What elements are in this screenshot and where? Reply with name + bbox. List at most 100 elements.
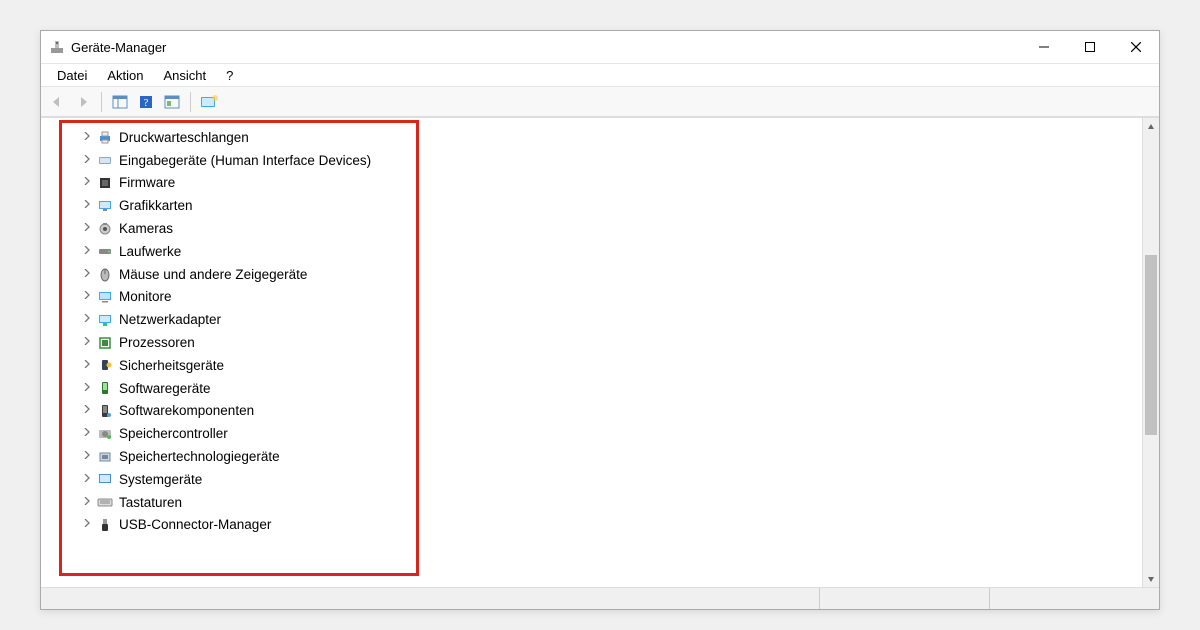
tree-item-label: Speichercontroller (117, 426, 228, 441)
tree-item-label: Prozessoren (117, 335, 195, 350)
usb-icon (97, 517, 113, 533)
chevron-right-icon[interactable] (81, 246, 93, 257)
chevron-right-icon[interactable] (81, 428, 93, 439)
tree-item-monitor[interactable]: Monitore (81, 286, 1122, 309)
tree-item-camera[interactable]: Kameras (81, 217, 1122, 240)
component-icon (97, 403, 113, 419)
titlebar[interactable]: Geräte-Manager (41, 31, 1159, 63)
tree-item-label: Netzwerkadapter (117, 312, 221, 327)
forward-button[interactable] (71, 90, 95, 114)
tree-item-storage2[interactable]: Speichertechnologiegeräte (81, 445, 1122, 468)
hid-icon (97, 152, 113, 168)
chevron-right-icon[interactable] (81, 132, 93, 143)
menu-help[interactable]: ? (216, 66, 243, 85)
refresh-button[interactable] (197, 90, 221, 114)
scroll-thumb[interactable] (1145, 255, 1157, 435)
camera-icon (97, 221, 113, 237)
tree-item-label: Speichertechnologiegeräte (117, 449, 280, 464)
system-icon (97, 471, 113, 487)
tree-item-label: Druckwarteschlangen (117, 130, 249, 145)
tree-item-mouse[interactable]: Mäuse und andere Zeigegeräte (81, 263, 1122, 286)
drive-icon (97, 243, 113, 259)
tree-item-label: USB-Connector-Manager (117, 517, 271, 532)
tree-item-printer[interactable]: Druckwarteschlangen (81, 126, 1122, 149)
tree-item-cpu[interactable]: Prozessoren (81, 331, 1122, 354)
chevron-right-icon[interactable] (81, 177, 93, 188)
window-controls (1021, 31, 1159, 63)
help-icon[interactable]: ? (134, 90, 158, 114)
chevron-right-icon[interactable] (81, 223, 93, 234)
tree-item-drive[interactable]: Laufwerke (81, 240, 1122, 263)
storage2-icon (97, 449, 113, 465)
tree-item-keyboard[interactable]: Tastaturen (81, 491, 1122, 514)
svg-text:?: ? (144, 97, 149, 109)
security-icon (97, 357, 113, 373)
tree-item-label: Laufwerke (117, 244, 181, 259)
software-icon (97, 380, 113, 396)
minimize-button[interactable] (1021, 31, 1067, 63)
tree-item-label: Softwaregeräte (117, 381, 211, 396)
chevron-right-icon[interactable] (81, 314, 93, 325)
chevron-right-icon[interactable] (81, 360, 93, 371)
tree-item-label: Eingabegeräte (Human Interface Devices) (117, 153, 371, 168)
app-icon (49, 39, 65, 55)
tree-item-firmware[interactable]: Firmware (81, 172, 1122, 195)
tree-item-software[interactable]: Softwaregeräte (81, 377, 1122, 400)
chevron-right-icon[interactable] (81, 291, 93, 302)
tree-item-usb[interactable]: USB-Connector-Manager (81, 514, 1122, 537)
back-button[interactable] (45, 90, 69, 114)
menu-file[interactable]: Datei (47, 66, 97, 85)
window-title: Geräte-Manager (71, 40, 1021, 55)
maximize-button[interactable] (1067, 31, 1113, 63)
statusbar (41, 587, 1159, 609)
chevron-right-icon[interactable] (81, 200, 93, 211)
toolbar: ? (41, 87, 1159, 117)
toolbar-separator (101, 92, 102, 112)
menu-action[interactable]: Aktion (97, 66, 153, 85)
status-cell (989, 588, 1159, 609)
content-area: Druckwarteschlangen Eingabegeräte (Human … (41, 117, 1159, 587)
chevron-right-icon[interactable] (81, 155, 93, 166)
chevron-right-icon[interactable] (81, 497, 93, 508)
chevron-right-icon[interactable] (81, 474, 93, 485)
device-tree[interactable]: Druckwarteschlangen Eingabegeräte (Human … (81, 126, 1122, 536)
scroll-down-button[interactable] (1143, 570, 1159, 587)
tree-item-security[interactable]: Sicherheitsgeräte (81, 354, 1122, 377)
tree-item-label: Monitore (117, 289, 172, 304)
device-tree-panel: Druckwarteschlangen Eingabegeräte (Human … (41, 118, 1142, 587)
chevron-right-icon[interactable] (81, 337, 93, 348)
scroll-track[interactable] (1143, 135, 1159, 570)
window-frame: Geräte-Manager Datei Aktion Ansicht ? (40, 30, 1160, 610)
tree-item-system[interactable]: Systemgeräte (81, 468, 1122, 491)
menu-view[interactable]: Ansicht (154, 66, 217, 85)
tree-item-component[interactable]: Softwarekomponenten (81, 400, 1122, 423)
chevron-right-icon[interactable] (81, 519, 93, 530)
status-cell (819, 588, 989, 609)
vertical-scrollbar[interactable] (1142, 118, 1159, 587)
tree-item-label: Firmware (117, 175, 175, 190)
tree-item-network[interactable]: Netzwerkadapter (81, 308, 1122, 331)
keyboard-icon (97, 494, 113, 510)
close-button[interactable] (1113, 31, 1159, 63)
scroll-up-button[interactable] (1143, 118, 1159, 135)
toolbar-separator (190, 92, 191, 112)
tree-item-display[interactable]: Grafikkarten (81, 194, 1122, 217)
network-icon (97, 312, 113, 328)
cpu-icon (97, 335, 113, 351)
tree-item-label: Softwarekomponenten (117, 403, 254, 418)
display-icon (97, 198, 113, 214)
tree-item-storage[interactable]: Speichercontroller (81, 422, 1122, 445)
chevron-right-icon[interactable] (81, 405, 93, 416)
tree-item-label: Mäuse und andere Zeigegeräte (117, 267, 307, 282)
firmware-icon (97, 175, 113, 191)
show-hide-tree-button[interactable] (108, 90, 132, 114)
tree-item-label: Tastaturen (117, 495, 182, 510)
tree-item-label: Sicherheitsgeräte (117, 358, 224, 373)
tree-item-label: Kameras (117, 221, 173, 236)
chevron-right-icon[interactable] (81, 451, 93, 462)
tree-item-label: Grafikkarten (117, 198, 193, 213)
chevron-right-icon[interactable] (81, 383, 93, 394)
scan-button[interactable] (160, 90, 184, 114)
chevron-right-icon[interactable] (81, 269, 93, 280)
tree-item-hid[interactable]: Eingabegeräte (Human Interface Devices) (81, 149, 1122, 172)
